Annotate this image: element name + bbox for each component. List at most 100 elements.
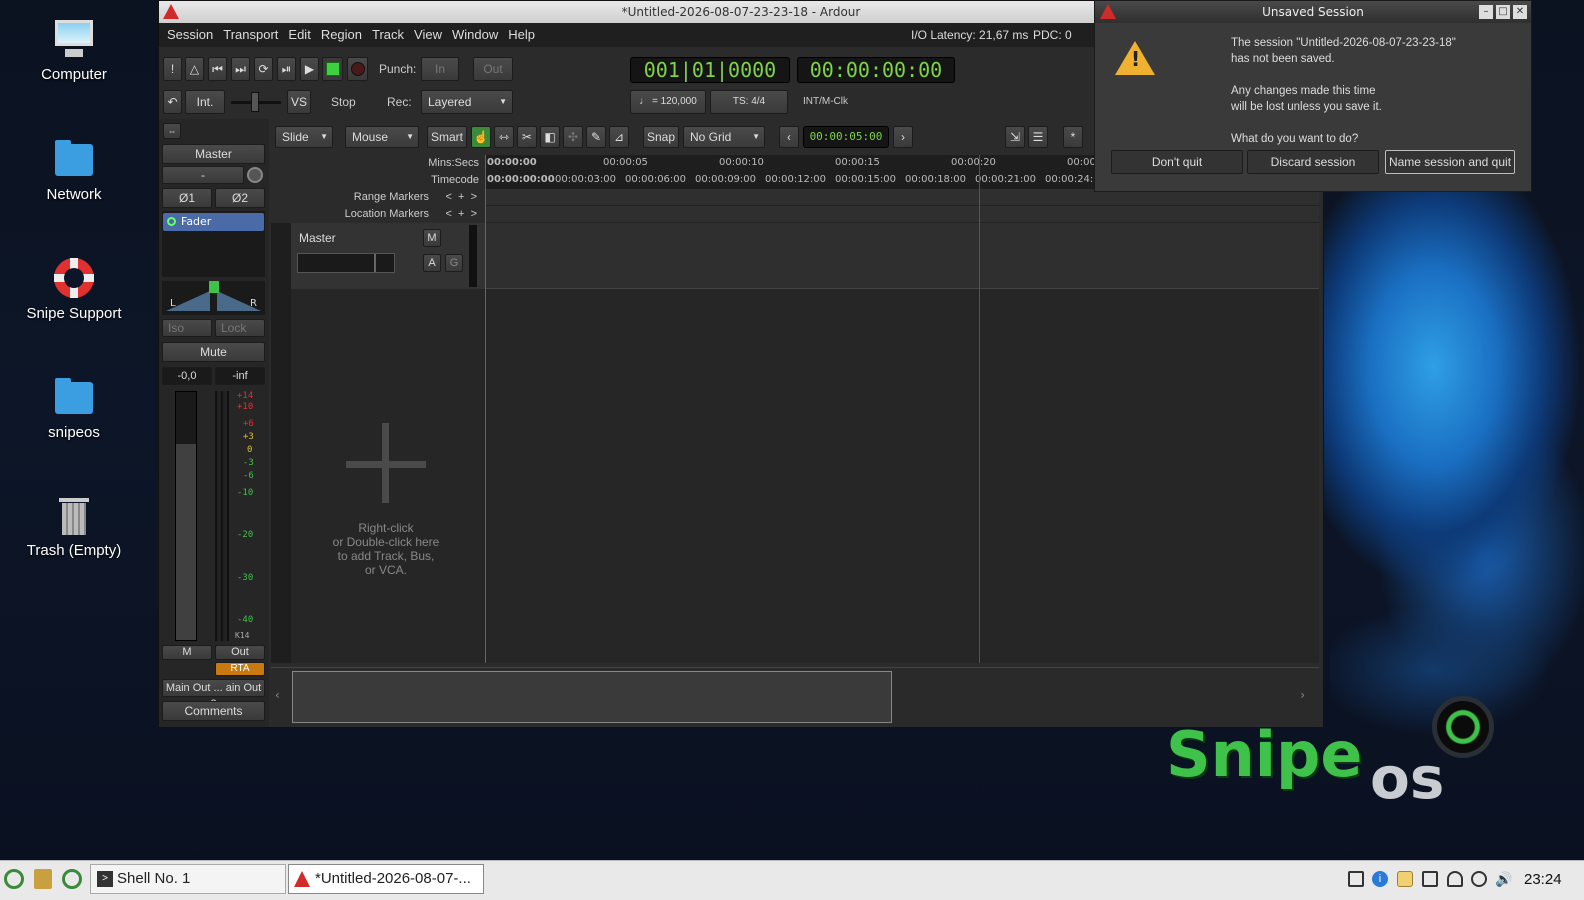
app-menu-icon[interactable] [4, 869, 24, 889]
summary-pane[interactable]: ‹ › [271, 667, 1319, 725]
add-track-hint[interactable]: Right-click or Double-click here to add … [311, 423, 461, 583]
range-tool-button[interactable]: ⇿ [494, 126, 514, 148]
draw-tool-button[interactable]: ✎ [586, 126, 606, 148]
punch-in-button[interactable]: In [421, 57, 459, 81]
stretch-tool-button[interactable]: ◧ [540, 126, 560, 148]
minimize-icon[interactable]: – [1479, 5, 1493, 19]
menu-transport[interactable]: Transport [218, 23, 283, 47]
master-track-header[interactable]: Master M A G [291, 223, 485, 289]
loop-button[interactable]: ⟳ [254, 57, 273, 81]
master-track-lane[interactable] [485, 223, 1319, 289]
summary-viewport[interactable] [292, 671, 892, 723]
location-markers-ruler[interactable] [485, 206, 1319, 223]
update-icon[interactable] [1471, 871, 1487, 887]
metronome-button[interactable]: △ [185, 57, 204, 81]
tempo-button[interactable]: ♩ = 120,000 [630, 90, 706, 114]
network-icon[interactable] [1422, 871, 1438, 887]
secondary-clock[interactable]: 00:00:00:00 [797, 57, 955, 83]
output-button[interactable]: Main Out ... ain Out 2 [162, 679, 265, 710]
strip-width-button[interactable]: ⇔ [163, 123, 181, 139]
goto-start-button[interactable]: ⏮ [208, 57, 227, 81]
playhead-line[interactable] [485, 155, 486, 663]
track-canvas[interactable]: Master M A G Right-click or Double-click… [271, 155, 1319, 663]
shuttle-slider[interactable] [231, 92, 281, 112]
track-mute-button[interactable]: M [423, 229, 441, 247]
taskbar-item-ardour[interactable]: *Untitled-2026-08-07-... [288, 864, 484, 894]
star-button[interactable]: * [1063, 126, 1083, 148]
desktop-icon-snipeos[interactable]: snipeos [18, 376, 130, 441]
primary-clock[interactable]: 001|01|0000 [630, 57, 790, 83]
file-manager-icon[interactable] [34, 869, 52, 889]
content-tool-button[interactable]: ⊿ [609, 126, 629, 148]
visible-tracks-button[interactable]: ☰ [1028, 126, 1048, 148]
maximize-icon[interactable]: □ [1496, 5, 1510, 19]
rec-mode-dropdown[interactable]: Layered ▼ [421, 90, 513, 114]
rta-button[interactable]: RTA [215, 662, 265, 676]
audition-tool-button[interactable]: ✣ [563, 126, 583, 148]
phase-invert-2-button[interactable]: Ø2 [215, 188, 265, 208]
grid-dropdown[interactable]: No Grid ▼ [683, 126, 765, 148]
menu-track[interactable]: Track [367, 23, 409, 47]
scroll-left-icon[interactable]: ‹ [275, 688, 280, 702]
close-icon[interactable]: ✕ [1513, 5, 1527, 19]
nudge-back-button[interactable]: ‹ [779, 126, 799, 148]
nudge-forward-button[interactable]: › [893, 126, 913, 148]
record-button[interactable] [347, 57, 368, 81]
menu-window[interactable]: Window [447, 23, 503, 47]
menu-help[interactable]: Help [503, 23, 540, 47]
input-button[interactable]: - [162, 166, 244, 184]
peak-display[interactable]: -inf [215, 367, 265, 385]
taskbar-item-shell[interactable]: > Shell No. 1 [90, 864, 286, 894]
snap-button[interactable]: Snap [643, 126, 679, 148]
menu-session[interactable]: Session [162, 23, 218, 47]
zoom-to-session-button[interactable]: ⇲ [1005, 126, 1025, 148]
range-markers-nav[interactable]: < + > [446, 191, 478, 203]
iso-button[interactable]: Iso [162, 319, 212, 337]
stop-button[interactable] [322, 57, 343, 81]
gain-display[interactable]: -0,0 [162, 367, 212, 385]
fader-processor[interactable]: Fader [163, 213, 264, 231]
meter-point-button[interactable]: Out [215, 645, 265, 660]
grab-tool-button[interactable]: ☝ [471, 126, 491, 148]
comments-button[interactable]: Comments [162, 701, 265, 721]
notifications-icon[interactable] [1447, 871, 1463, 887]
cut-tool-button[interactable]: ✂ [517, 126, 537, 148]
goto-end-button[interactable]: ⏭ [231, 57, 250, 81]
discard-session-button[interactable]: Discard session [1247, 150, 1379, 174]
smart-mode-button[interactable]: Smart [427, 126, 467, 148]
play-range-button[interactable]: ⏯ [277, 57, 296, 81]
mute-button[interactable]: Mute [162, 342, 265, 362]
desktop-icon-snipe-support[interactable]: Snipe Support [18, 257, 130, 322]
edit-mode-dropdown[interactable]: Slide ▼ [275, 126, 333, 148]
track-automation-button[interactable]: A [423, 254, 441, 272]
menu-view[interactable]: View [409, 23, 447, 47]
desktop-icon-computer[interactable]: Computer [18, 18, 130, 83]
ripple-mode-dropdown[interactable]: Mouse ▼ [345, 126, 419, 148]
strip-name-button[interactable]: Master [162, 144, 265, 164]
panner[interactable]: L R [162, 281, 265, 315]
name-session-and-quit-button[interactable]: Name session and quit [1385, 150, 1515, 174]
clipboard-icon[interactable] [1397, 871, 1413, 887]
volume-icon[interactable]: 🔊 [1495, 871, 1512, 887]
desktop-icon-trash[interactable]: Trash (Empty) [18, 494, 130, 559]
info-icon[interactable]: i [1372, 871, 1388, 887]
lock-button[interactable]: Lock [215, 319, 265, 337]
clock[interactable]: 23:24 [1524, 871, 1562, 888]
internal-sync-button[interactable]: Int. [185, 90, 225, 114]
punch-out-button[interactable]: Out [473, 57, 513, 81]
nudge-clock[interactable]: 00:00:05:00 [803, 126, 889, 148]
search-icon[interactable] [62, 869, 82, 889]
edit-point-line[interactable] [979, 155, 980, 663]
track-gain-slider[interactable] [297, 253, 395, 273]
panic-button[interactable]: ! [163, 57, 182, 81]
dialog-titlebar[interactable]: Unsaved Session – □ ✕ [1095, 1, 1531, 23]
play-button[interactable]: ▶ [300, 57, 319, 81]
dont-quit-button[interactable]: Don't quit [1111, 150, 1243, 174]
processor-box[interactable]: Fader [162, 211, 265, 277]
varispeed-button[interactable]: VS [287, 90, 311, 114]
menu-edit[interactable]: Edit [283, 23, 315, 47]
undo-button[interactable]: ↶ [163, 90, 182, 114]
gain-fader[interactable] [175, 391, 197, 641]
meter-button[interactable]: TS: 4/4 [710, 90, 788, 114]
desktop-icon-network[interactable]: Network [18, 138, 130, 203]
